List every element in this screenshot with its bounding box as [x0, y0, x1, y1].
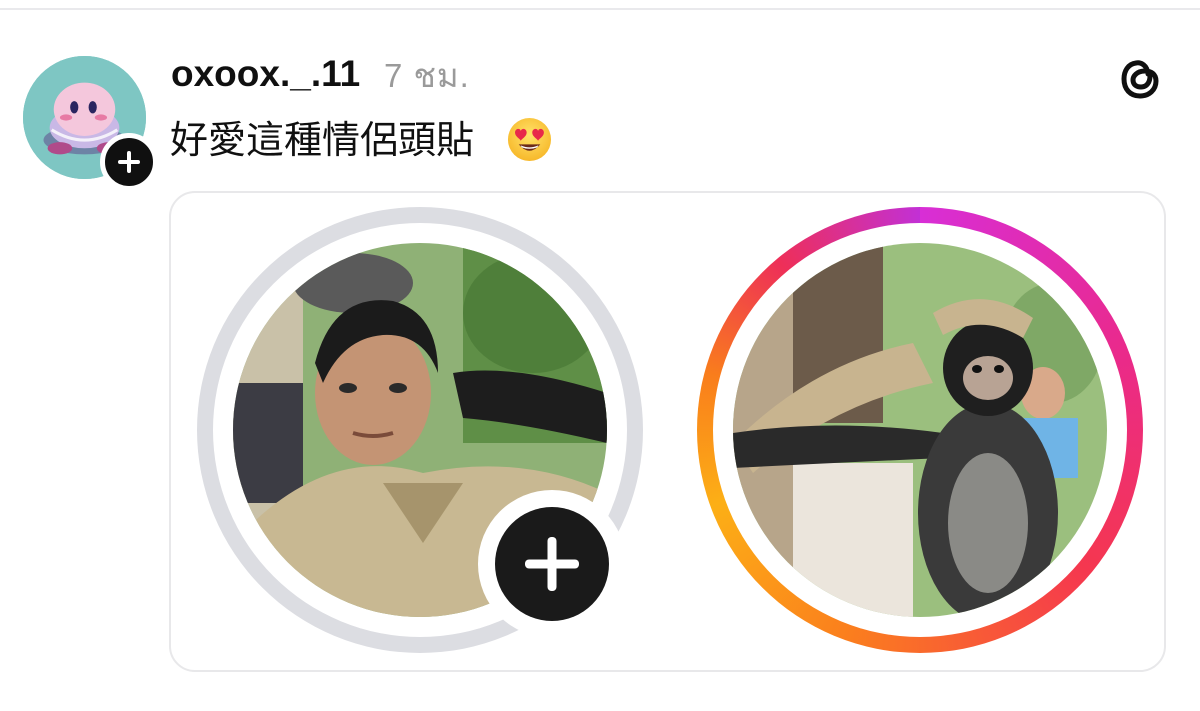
- divider: [0, 8, 1200, 10]
- follow-user-button[interactable]: [100, 133, 158, 191]
- threads-post-screen: oxoox._.11 7 ชม. 好愛這種情侶頭貼: [0, 0, 1200, 711]
- username[interactable]: oxoox._.11: [171, 52, 360, 96]
- right-profile-photo: [733, 243, 1107, 617]
- timestamp: 7 ชม.: [384, 57, 470, 94]
- plus-icon: [118, 151, 140, 173]
- threads-icon[interactable]: [1114, 52, 1166, 104]
- heart-eyes-emoji-icon: [506, 116, 553, 163]
- right-profile-ring[interactable]: [697, 207, 1143, 653]
- follow-button-circle: [495, 507, 609, 621]
- post-text: 好愛這種情侶頭貼: [170, 118, 475, 162]
- follow-profile-button[interactable]: [478, 490, 626, 638]
- plus-icon: [525, 537, 579, 591]
